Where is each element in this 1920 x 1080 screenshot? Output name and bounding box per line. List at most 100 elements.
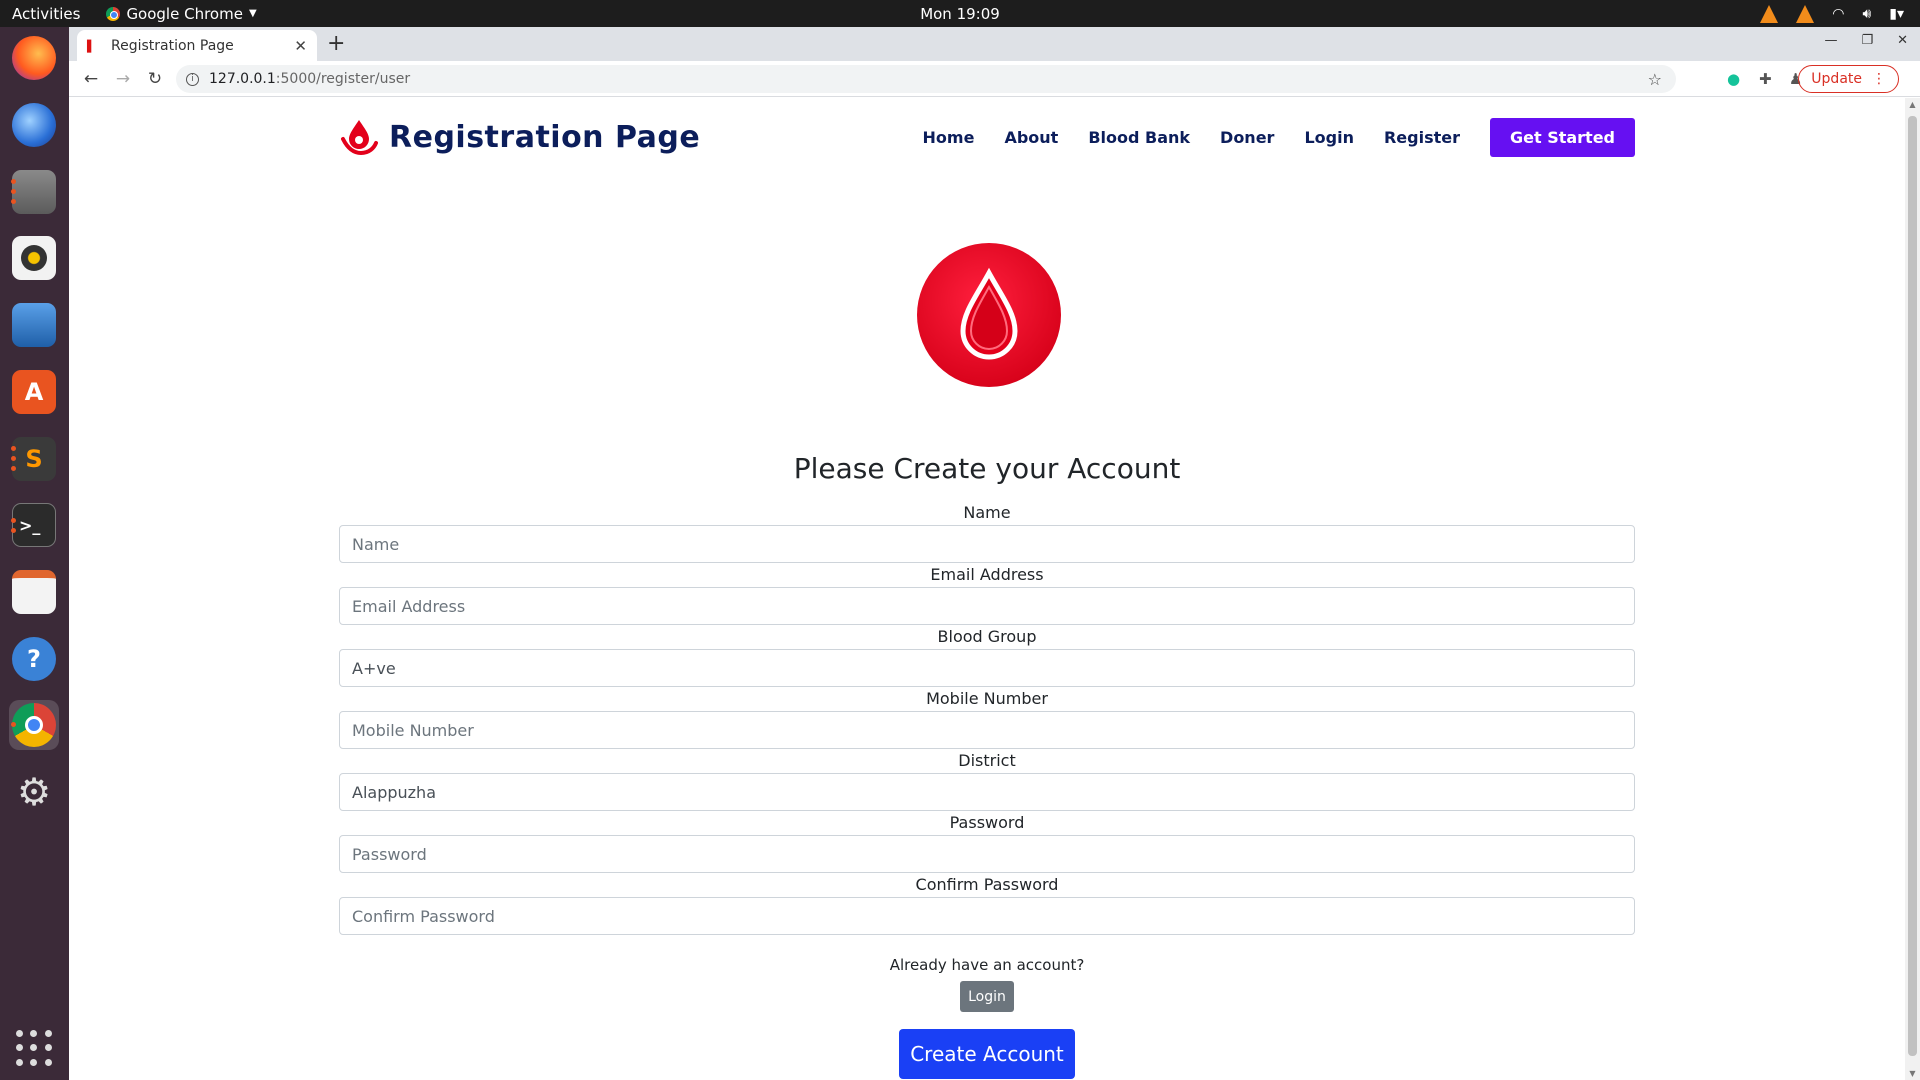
chrome-icon [106,6,121,21]
district-label: District [958,751,1016,770]
email-input[interactable] [339,587,1635,625]
confirm-password-label: Confirm Password [915,875,1059,894]
clock-container: Mon 19:09 [0,5,1920,23]
email-label: Email Address [930,565,1044,584]
clock[interactable]: Mon 19:09 [920,5,1000,23]
page-scrollbar[interactable]: ▲ ▼ [1905,98,1920,1080]
district-input[interactable] [339,773,1635,811]
name-label: Name [963,503,1011,522]
sublime-launcher[interactable]: S [9,434,59,484]
blood-group-input[interactable] [339,649,1635,687]
bookmark-star-icon[interactable]: ☆ [1648,70,1662,89]
name-input[interactable] [339,525,1635,563]
running-indicator [11,466,16,471]
mobile-number-input[interactable] [339,711,1635,749]
files-icon [12,170,56,214]
forward-arrow-icon[interactable]: → [107,69,139,89]
registration-form: Name Email Address Blood Group Mobile Nu… [339,501,1635,935]
terminal-launcher[interactable]: >_ [9,500,59,550]
volume-icon[interactable]: 🔊︎ [1862,6,1871,22]
site-info-icon[interactable]: i [186,72,199,86]
get-started-button[interactable]: Get Started [1489,117,1635,157]
blood-drop-logo-icon [917,243,1061,387]
grammarly-icon[interactable]: ● [1727,70,1740,88]
running-indicator [11,722,16,727]
help-icon: ? [12,637,56,681]
back-arrow-icon[interactable]: ← [75,69,107,89]
login-button[interactable]: Login [960,981,1014,1012]
nav-link-login[interactable]: Login [1304,128,1354,147]
restore-icon[interactable]: ❐ [1861,33,1873,48]
tab-registration-page[interactable]: ▌ Registration Page ✕ [77,30,317,61]
site-navbar: Registration Page Home About Blood Bank … [339,115,1635,159]
software-center-icon: A [12,370,56,414]
chrome-launcher[interactable] [9,700,59,750]
settings-launcher[interactable]: ⚙ [9,767,59,817]
show-applications-button[interactable] [16,1030,52,1066]
blood-drop-hand-logo-icon [341,120,378,156]
reload-icon[interactable]: ↻ [139,69,171,89]
url-path: :5000/register/user [275,71,411,87]
mobile-label: Mobile Number [926,689,1048,708]
confirm-password-input[interactable] [339,897,1635,935]
blood-group-label: Blood Group [937,627,1037,646]
scrollbar-thumb[interactable] [1908,116,1917,1056]
terminal-icon: >_ [12,503,56,547]
image-viewer-icon [12,303,56,347]
update-button[interactable]: Update ⋮ [1798,65,1899,93]
chevron-down-icon: ▼ [248,8,257,19]
brand-title: Registration Page [389,119,701,155]
tab-close-icon[interactable]: ✕ [294,37,307,55]
address-bar[interactable]: i 127.0.0.1:5000/register/user ☆ [176,65,1676,93]
nav-link-home[interactable]: Home [923,128,975,147]
password-input[interactable] [339,835,1635,873]
sublime-text-icon: S [12,437,56,481]
scroll-down-arrow-icon[interactable]: ▼ [1905,1069,1920,1078]
window-controls: — ❐ ✕ [1824,33,1908,48]
nav-link-register[interactable]: Register [1384,128,1460,147]
app-menu-label: Google Chrome [126,4,243,23]
running-indicator [11,456,16,461]
vlc-cone-icon[interactable] [1796,4,1815,23]
scroll-up-arrow-icon[interactable]: ▲ [1905,100,1920,109]
battery-icon[interactable]: ▮▾ [1889,6,1904,22]
help-launcher[interactable]: ? [9,634,59,684]
thunderbird-launcher[interactable] [9,100,59,150]
running-indicator [11,189,16,194]
running-indicator [11,199,16,204]
activities-button[interactable]: Activities [12,5,80,23]
image-viewer-launcher[interactable] [9,300,59,350]
extensions-puzzle-icon[interactable]: ✚ [1759,70,1772,88]
running-indicator [11,446,16,451]
brand[interactable]: Registration Page [339,117,700,157]
tab-title: Registration Page [111,37,234,54]
page-heading: Please Create your Account [793,452,1181,485]
create-account-button[interactable]: Create Account [899,1029,1075,1079]
nav-link-blood-bank[interactable]: Blood Bank [1088,128,1190,147]
rhythmbox-launcher[interactable] [9,233,59,283]
software-launcher[interactable]: A [9,367,59,417]
running-indicator [11,528,16,533]
rhythmbox-icon [12,236,56,280]
nav-link-about[interactable]: About [1004,128,1058,147]
vlc-cone-icon[interactable] [1760,4,1779,23]
app-menu[interactable]: Google Chrome ▼ [106,4,257,23]
close-window-icon[interactable]: ✕ [1897,33,1908,48]
kebab-menu-icon[interactable]: ⋮ [1872,71,1886,87]
nav-link-doner[interactable]: Doner [1220,128,1274,147]
presentation-icon [12,570,56,614]
impress-launcher[interactable] [9,567,59,617]
firefox-icon [12,36,56,80]
new-tab-button[interactable]: + [327,31,345,56]
wifi-icon[interactable]: ◠ [1832,6,1844,22]
files-launcher[interactable] [9,167,59,217]
favicon-icon: ▌ [87,39,96,53]
system-tray: ◠ 🔊︎ ▮▾ [1760,0,1904,27]
running-indicator [11,518,16,523]
firefox-launcher[interactable] [9,33,59,83]
already-have-account-text: Already have an account? [889,956,1085,974]
chrome-window: ▌ Registration Page ✕ + — ❐ ✕ ← → ↻ i 12… [69,27,1920,1080]
minimize-icon[interactable]: — [1824,33,1837,48]
thunderbird-icon [12,103,56,147]
update-label: Update [1811,71,1862,87]
